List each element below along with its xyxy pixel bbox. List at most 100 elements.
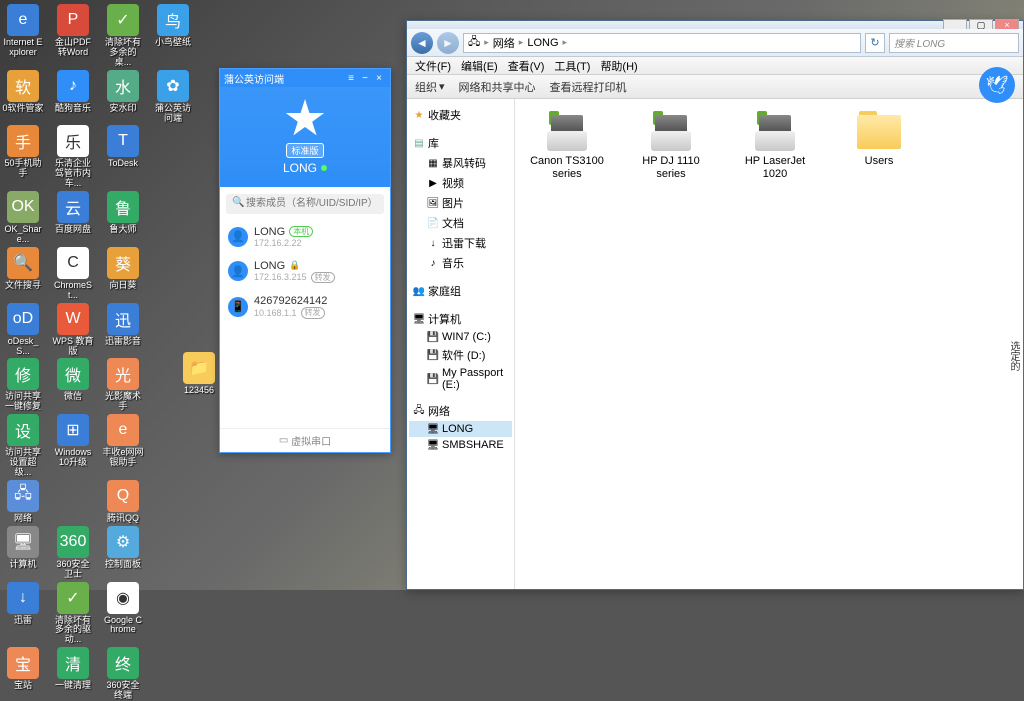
- menu-file[interactable]: 文件(F): [411, 58, 455, 74]
- desktop-icon-odesk[interactable]: oDoDesk_S...: [2, 303, 44, 357]
- minimize-icon[interactable]: −: [358, 73, 372, 84]
- tree-item-smb[interactable]: 🖥SMBSHARE: [409, 437, 512, 453]
- desktop-icon-station[interactable]: 宝宝站: [2, 647, 44, 701]
- content-item-printer[interactable]: HP DJ 1110 series: [631, 111, 711, 181]
- tree-item[interactable]: ♪音乐: [409, 253, 512, 273]
- menu-tools[interactable]: 工具(T): [550, 58, 594, 74]
- menu-help[interactable]: 帮助(H): [596, 58, 641, 74]
- organize-button[interactable]: 组织 ▾: [415, 79, 445, 95]
- vpn-member-item[interactable]: 👤 LONG本机 172.16.2.22: [220, 220, 390, 254]
- desktop-icon-clean[interactable]: ✓清除坏有多余的桌...: [102, 4, 144, 68]
- printer-icon: [543, 111, 591, 151]
- refresh-button[interactable]: ↻: [865, 33, 885, 53]
- tree-favorites[interactable]: ★收藏夹: [409, 105, 512, 125]
- desktop-icon-qq[interactable]: Q腾讯QQ: [102, 480, 144, 524]
- tree-item[interactable]: 📄文档: [409, 213, 512, 233]
- app-logo-icon: 🕊: [979, 67, 1015, 103]
- serial-port-icon: ▭: [279, 435, 288, 446]
- desktop-icon-ie[interactable]: eInternet Explorer: [2, 4, 44, 68]
- vpn-search: 🔍: [220, 187, 390, 220]
- tree-item[interactable]: ▦暴风转码: [409, 153, 512, 173]
- desktop-icon-computer[interactable]: 🖥计算机: [2, 526, 44, 580]
- vpn-titlebar[interactable]: 蒲公英访问端 ≡ − ×: [220, 69, 390, 87]
- library-icon: ▤: [413, 137, 425, 149]
- explorer-tree: ★收藏夹 ▤库 ▦暴风转码 ▶视频 🖼图片 📄文档 ↓迅雷下载 ♪音乐 👥家庭组…: [407, 99, 515, 589]
- desktop-icon-baidu[interactable]: 云百度网盘: [52, 191, 94, 245]
- desktop-icon-vpn[interactable]: ✿蒲公英访问端: [152, 70, 194, 124]
- desktop-icon-wechat[interactable]: 微微信: [52, 358, 94, 412]
- desktop-icon-water[interactable]: 水安水印: [102, 70, 144, 124]
- share-center-button[interactable]: 网络和共享中心: [459, 79, 536, 95]
- desktop-icon-shareset[interactable]: 设访问共享设置超级...: [2, 414, 44, 478]
- vpn-window: 蒲公英访问端 ≡ − × 标准版 LONG 🔍 👤 LONG本机 172.16.…: [219, 68, 391, 453]
- desktop-icon-magic[interactable]: 光光影魔术手: [102, 358, 144, 412]
- desktop-icon-sharefix[interactable]: 修访问共享一键修复: [2, 358, 44, 412]
- desktop-icon-okshare[interactable]: OKOK_Share...: [2, 191, 44, 245]
- tree-item[interactable]: 💾WIN7 (C:): [409, 329, 512, 345]
- desktop-icon-360[interactable]: 360360安全卫士: [52, 526, 94, 580]
- back-button[interactable]: ◄: [411, 32, 433, 54]
- vpn-username: LONG: [283, 161, 327, 175]
- tree-item[interactable]: ▶视频: [409, 173, 512, 193]
- menu-icon[interactable]: ≡: [344, 73, 358, 84]
- forward-button[interactable]: ►: [437, 32, 459, 54]
- tree-item[interactable]: 💾软件 (D:): [409, 345, 512, 365]
- desktop-icon-lu[interactable]: 鲁鲁大师: [102, 191, 144, 245]
- desktop-icon-win10[interactable]: ⊞Windows 10升级: [52, 414, 94, 478]
- desktop-icon-oneclean[interactable]: 清一键清理: [52, 647, 94, 701]
- tree-network[interactable]: 🖧网络: [409, 401, 512, 421]
- menu-view[interactable]: 查看(V): [504, 58, 549, 74]
- search-box[interactable]: 搜索 LONG: [889, 33, 1019, 53]
- desktop-icon-lq[interactable]: 乐乐清企业驾管市内车...: [52, 125, 94, 189]
- desktop-icon-filesearch[interactable]: 🔍文件搜寻: [2, 247, 44, 301]
- side-hint: 选定的: [1006, 341, 1021, 371]
- vpn-search-input[interactable]: [226, 194, 384, 214]
- desktop-folder-123456[interactable]: 📁123456: [178, 352, 220, 396]
- desktop-icon-bank[interactable]: e丰收e网网银助手: [102, 414, 144, 478]
- avatar-icon: 👤: [228, 261, 248, 281]
- tree-item[interactable]: 💾My Passport (E:): [409, 365, 512, 393]
- explorer-nav: ◄ ► 🖧▸ 网络▸ LONG▸ ↻ 搜索 LONG: [407, 29, 1023, 57]
- menu-edit[interactable]: 编辑(E): [457, 58, 502, 74]
- desktop-icon-360term[interactable]: 终360安全终端: [102, 647, 144, 701]
- desktop-icon-todesk[interactable]: TToDesk: [102, 125, 144, 189]
- desktop-icon-kugou[interactable]: ♪酷狗音乐: [52, 70, 94, 124]
- desktop-icon-chromest[interactable]: CChromeSt...: [52, 247, 94, 301]
- explorer-content: Canon TS3100 series HP DJ 1110 series HP…: [515, 99, 1023, 589]
- desktop-icon-thunder[interactable]: ↓迅雷: [2, 582, 44, 646]
- close-icon[interactable]: ×: [372, 73, 386, 84]
- desktop-icon-pdf[interactable]: P金山PDF转Word: [52, 4, 94, 68]
- printer-icon: [751, 111, 799, 151]
- network-icon: 🖧: [413, 405, 425, 417]
- desktop-icon-wps[interactable]: WWPS 教育版: [52, 303, 94, 357]
- tree-library[interactable]: ▤库: [409, 133, 512, 153]
- content-item-printer[interactable]: HP LaserJet 1020: [735, 111, 815, 181]
- vpn-member-item[interactable]: 👤 LONG🔒 172.16.3.215转发: [220, 254, 390, 290]
- window-chrome: _ ▢ ×: [407, 21, 1023, 29]
- tree-computer[interactable]: 🖥计算机: [409, 309, 512, 329]
- tree-item-long[interactable]: 🖥LONG: [409, 421, 512, 437]
- tree-homegroup[interactable]: 👥家庭组: [409, 281, 512, 301]
- desktop-icon-sw[interactable]: 软0软件管家: [2, 70, 44, 124]
- desktop-icon-network[interactable]: 🖧网络: [2, 480, 44, 524]
- lock-icon: 🔒: [289, 260, 300, 271]
- star-icon: ★: [413, 109, 425, 121]
- desktop-icon-control[interactable]: ⚙控制面板: [102, 526, 144, 580]
- desktop-icon-clean2[interactable]: ✓清除坏有多余的驱动...: [52, 582, 94, 646]
- vpn-member-item[interactable]: 📱 426792624142 10.168.1.1转发: [220, 289, 390, 325]
- content-item-folder[interactable]: Users: [839, 111, 919, 181]
- address-bar[interactable]: 🖧▸ 网络▸ LONG▸: [463, 33, 861, 53]
- desktop-icon-phone[interactable]: 手50手机助手: [2, 125, 44, 189]
- explorer-toolbar: 组织 ▾ 网络和共享中心 查看远程打印机 🕊: [407, 75, 1023, 99]
- remote-printer-button[interactable]: 查看远程打印机: [550, 79, 627, 95]
- star-icon: [285, 99, 325, 139]
- search-icon: 🔍: [232, 197, 244, 208]
- desktop-icon-bird[interactable]: 鸟小鸟壁纸: [152, 4, 194, 68]
- desktop-icon-chrome[interactable]: ◉Google Chrome: [102, 582, 144, 646]
- desktop-icon-xunlei[interactable]: 迅迅雷影音: [102, 303, 144, 357]
- tree-item[interactable]: 🖼图片: [409, 193, 512, 213]
- content-item-printer[interactable]: Canon TS3100 series: [527, 111, 607, 181]
- tree-item[interactable]: ↓迅雷下载: [409, 233, 512, 253]
- vpn-footer[interactable]: ▭ 虚拟串口: [220, 428, 390, 452]
- desktop-icon-sunflower[interactable]: 葵向日葵: [102, 247, 144, 301]
